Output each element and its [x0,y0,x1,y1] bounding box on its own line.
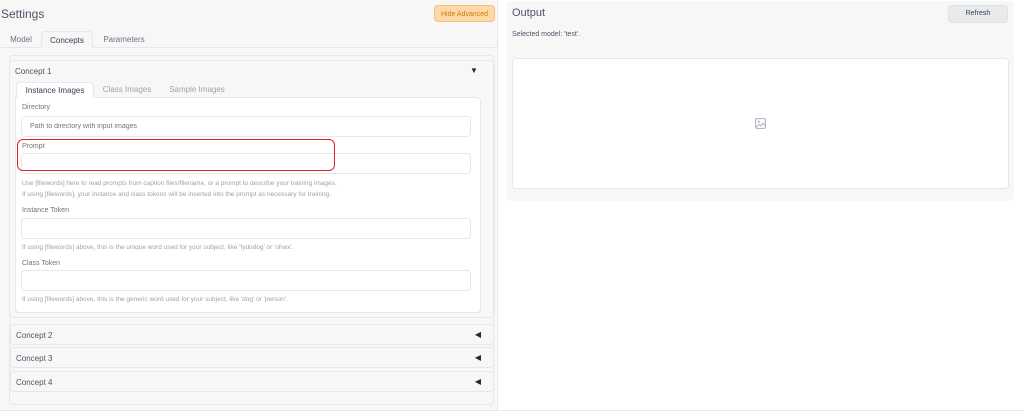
concept-4-label: Concept 4 [16,378,53,387]
prompt-highlight [17,139,335,171]
tab-model[interactable]: Model [6,31,36,48]
prompt-hint-2: If using [filewords], your instance and … [22,191,331,198]
instance-token-input[interactable] [21,218,471,239]
triangle-left-icon[interactable]: ◀ [475,377,481,386]
concept-3-accordion[interactable]: Concept 3 ◀ [10,347,494,368]
concept-3-label: Concept 3 [16,354,53,363]
refresh-button[interactable]: Refresh [948,5,1008,23]
class-token-label: Class Token [22,260,61,267]
directory-input[interactable] [21,116,471,137]
triangle-left-icon[interactable]: ◀ [475,353,481,362]
tab-instance-images[interactable]: Instance Images [16,82,94,98]
tab-concepts[interactable]: Concepts [41,31,93,48]
triangle-left-icon[interactable]: ◀ [475,330,481,339]
concept-2-label: Concept 2 [16,331,53,340]
output-title: Output [512,7,546,19]
tab-class-images[interactable]: Class Images [97,82,157,98]
directory-label: Directory [22,104,51,111]
tab-sample-images[interactable]: Sample Images [163,82,231,98]
selected-model-text: Selected model: 'test'. [512,31,581,38]
instance-token-label: Instance Token [22,207,69,214]
concept-2-accordion[interactable]: Concept 2 ◀ [10,324,494,345]
image-icon [755,118,766,129]
tab-parameters[interactable]: Parameters [99,31,149,48]
settings-title: Settings [1,7,45,21]
concept-4-accordion[interactable]: Concept 4 ◀ [10,371,494,392]
triangle-down-icon[interactable]: ▼ [470,66,478,75]
class-token-hint: If using [filewords] above, this is the … [22,296,288,303]
concept-1-header[interactable]: Concept 1 [15,67,51,76]
prompt-hint-1: Use [filewords] here to read prompts fro… [22,180,337,187]
bottom-divider [0,410,1024,411]
instance-token-hint: If using [filewords] above, this is the … [22,244,294,251]
class-token-input[interactable] [21,270,471,291]
hide-advanced-button[interactable]: Hide Advanced [434,5,495,22]
